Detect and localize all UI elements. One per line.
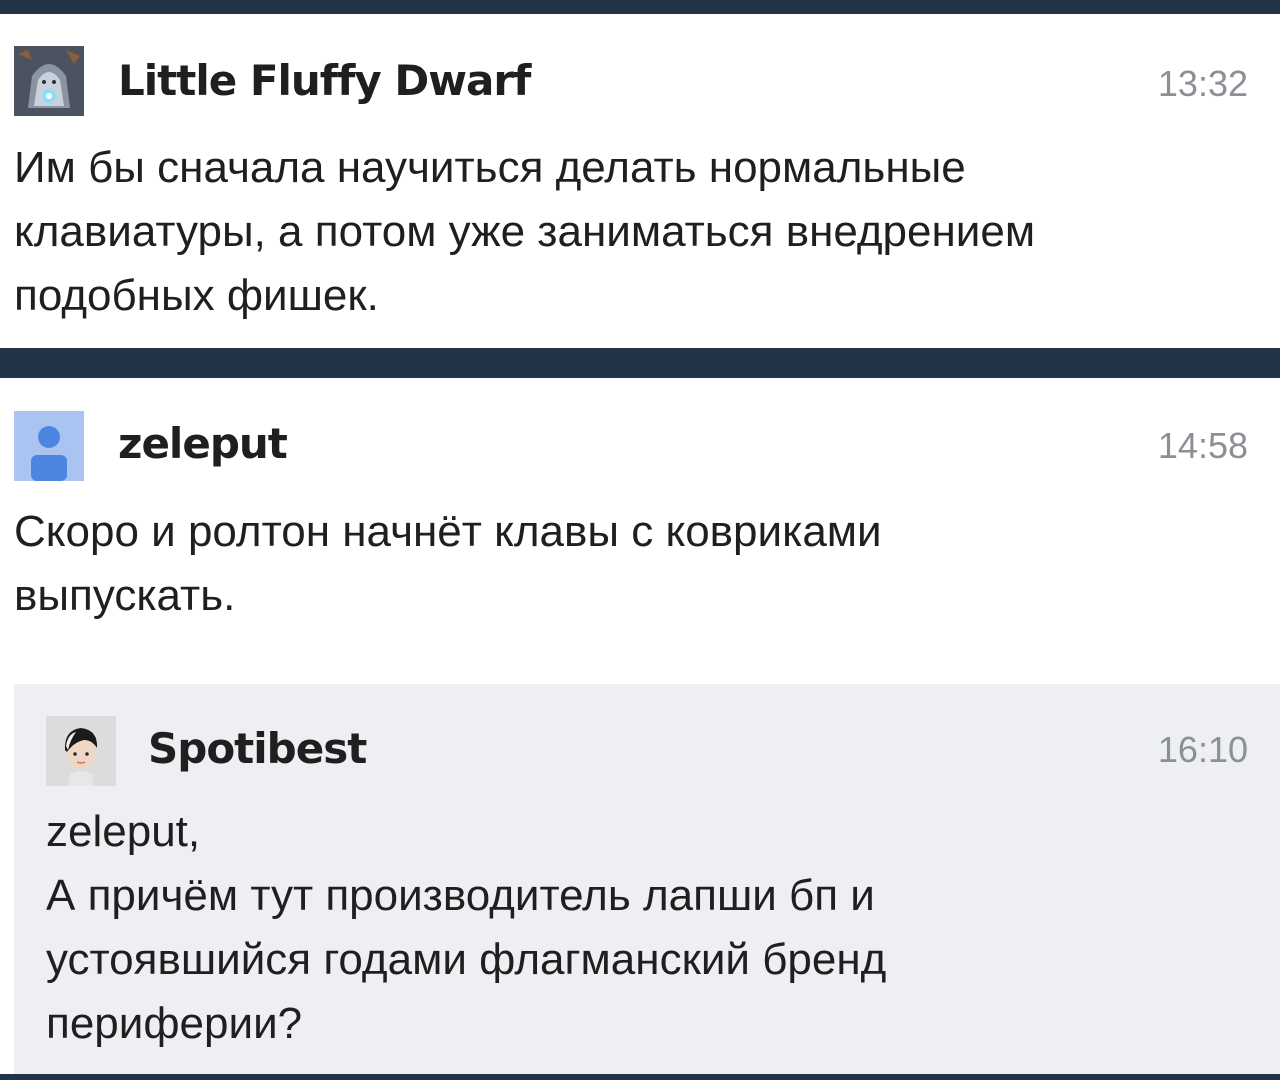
comment-author[interactable]: Little Fluffy Dwarf [118, 60, 531, 102]
comment-item: Little Fluffy Dwarf 13:32 Им бы сначала … [0, 14, 1280, 348]
comment-time: 16:10 [1157, 729, 1248, 770]
comment-author[interactable]: Spotibest [148, 728, 367, 770]
comment-time: 14:58 [1157, 425, 1248, 466]
dwarf-avatar-icon [14, 46, 84, 116]
comments-feed: Little Fluffy Dwarf 13:32 Им бы сначала … [0, 0, 1280, 1080]
boy-avatar-icon [46, 716, 116, 786]
bottom-divider [0, 1074, 1280, 1080]
reply-comment-item: Spotibest 16:10 zeleput, А причём тут пр… [14, 684, 1280, 1074]
avatar[interactable] [46, 716, 116, 786]
comment-item: zeleput 14:58 Скоро и ролтон начнёт клав… [0, 378, 1280, 684]
comment-text: Скоро и ролтон начнёт клавы с ковриками … [14, 507, 882, 620]
comment-time: 13:32 [1157, 63, 1248, 104]
comment-author[interactable]: zeleput [118, 423, 288, 465]
comment-text: Им бы сначала научиться делать нормальны… [14, 143, 1036, 320]
top-divider [0, 0, 1280, 14]
comment-divider [0, 348, 1280, 378]
avatar[interactable] [14, 46, 84, 116]
avatar[interactable] [14, 411, 84, 481]
comment-text: zeleput, А причём тут производитель лапш… [46, 807, 887, 1048]
default-user-avatar-icon [14, 411, 84, 481]
